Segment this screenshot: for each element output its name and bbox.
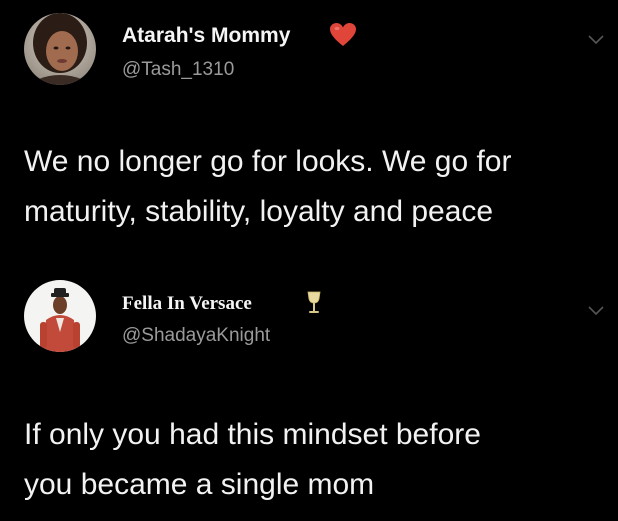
tweet-text-line: If only you had this mindset before — [24, 418, 481, 451]
tweet-text-line: maturity, stability, loyalty and peace — [24, 195, 494, 228]
display-name[interactable]: Fella In Versace — [122, 293, 252, 315]
avatar-photo — [24, 280, 96, 352]
tweet-text-line: We no longer go for looks. We go for — [24, 145, 512, 178]
tweet-text: If only you had this mindset before you … — [24, 410, 598, 510]
wine-glass-icon — [306, 291, 322, 320]
red-heart-icon — [330, 23, 356, 52]
avatar-photo — [24, 13, 96, 85]
chevron-down-icon[interactable] — [588, 303, 604, 321]
tweet-text: We no longer go for looks. We go for mat… — [24, 137, 598, 237]
tweet[interactable]: Fella In Versace @ShadayaKnight If only … — [0, 270, 618, 521]
avatar[interactable] — [24, 280, 96, 352]
user-handle[interactable]: @ShadayaKnight — [122, 325, 270, 347]
tweet-text-line: you became a single mom — [24, 468, 375, 501]
avatar[interactable] — [24, 13, 96, 85]
tweet[interactable]: Atarah's Mommy @Tash_1310 We no longer g… — [0, 0, 618, 270]
display-name[interactable]: Atarah's Mommy — [122, 24, 290, 48]
chevron-down-icon[interactable] — [588, 32, 604, 50]
user-handle[interactable]: @Tash_1310 — [122, 59, 234, 81]
